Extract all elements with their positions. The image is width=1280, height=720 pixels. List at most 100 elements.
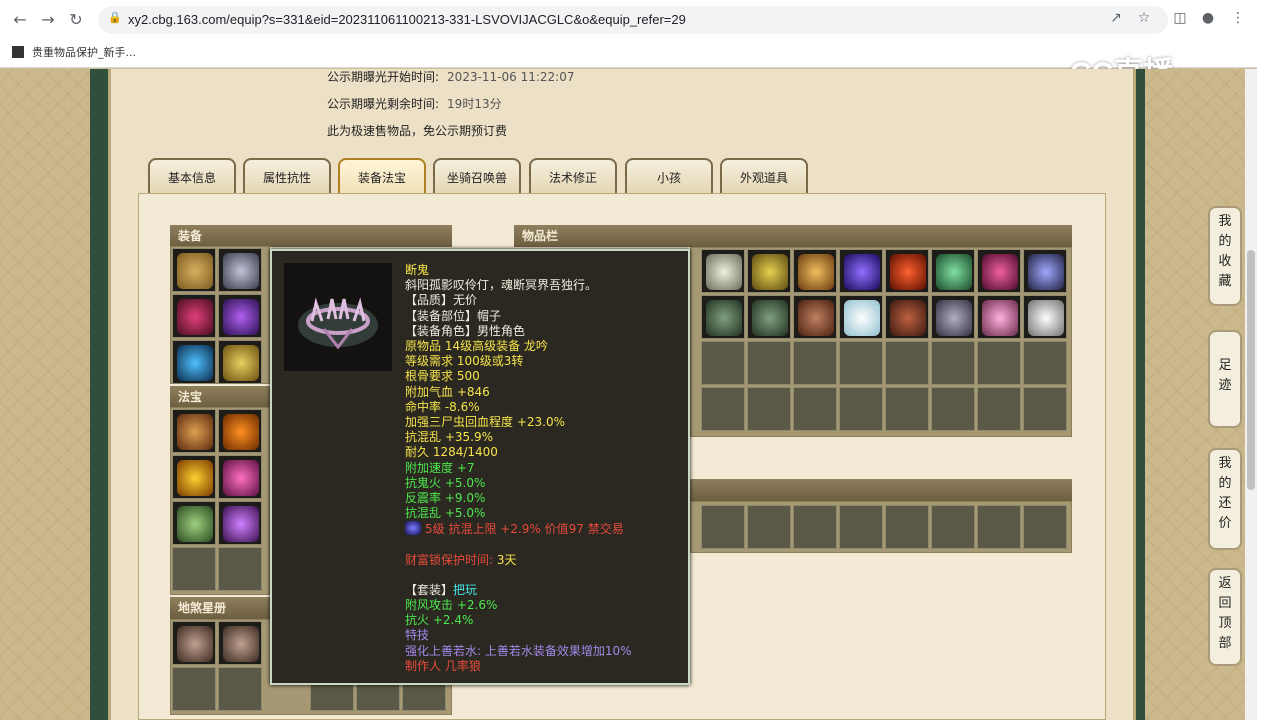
- item-gem-line: 5级 抗混上限 +2.9% 价值97 禁交易: [405, 521, 632, 537]
- back-to-top-button[interactable]: 返回顶部: [1208, 568, 1242, 666]
- inventory-slot[interactable]: [931, 295, 975, 339]
- treasure-slot[interactable]: [172, 409, 216, 453]
- inventory-slot-empty[interactable]: [839, 387, 883, 431]
- inventory-slot-empty[interactable]: [931, 387, 975, 431]
- tab-mounts[interactable]: 坐骑召唤兽: [433, 158, 521, 194]
- inventory-slot[interactable]: [977, 295, 1021, 339]
- equip-slot[interactable]: [172, 294, 216, 338]
- treasure-slot[interactable]: [218, 409, 262, 453]
- slot-empty[interactable]: [839, 505, 883, 549]
- item-maker: 制作人 几率狼: [405, 658, 481, 673]
- inventory-slot[interactable]: [977, 249, 1021, 293]
- equip-slot[interactable]: [218, 248, 262, 292]
- item-set-name: 把玩: [453, 582, 478, 597]
- inventory-slot[interactable]: [885, 249, 929, 293]
- tab-attributes[interactable]: 属性抗性: [243, 158, 331, 194]
- inventory-slot[interactable]: [1023, 295, 1067, 339]
- tab-appearance[interactable]: 外观道具: [720, 158, 808, 194]
- treasure-slot[interactable]: [172, 501, 216, 545]
- inventory-slot[interactable]: [793, 295, 837, 339]
- inventory-slot[interactable]: [793, 249, 837, 293]
- treasure-slot[interactable]: [172, 455, 216, 499]
- inventory-slot-empty[interactable]: [1023, 387, 1067, 431]
- earth-star-slot[interactable]: [172, 621, 216, 665]
- earth-star-slot[interactable]: [218, 621, 262, 665]
- treasure-item-icon: [177, 460, 213, 496]
- star-icon[interactable]: ☆: [1134, 10, 1154, 26]
- inventory-slot-empty[interactable]: [977, 341, 1021, 385]
- inventory-slot-empty[interactable]: [793, 387, 837, 431]
- equip-slot[interactable]: [218, 340, 262, 384]
- inventory-slot-empty[interactable]: [977, 387, 1021, 431]
- item-durability: 耐久 1284/1400: [405, 445, 498, 460]
- inventory-item-icon: [844, 254, 880, 290]
- slot-empty[interactable]: [1023, 505, 1067, 549]
- item-slot: 【装备部位】帽子: [405, 308, 502, 323]
- slot-empty[interactable]: [885, 505, 929, 549]
- treasure-slot[interactable]: [218, 455, 262, 499]
- item-origin: 原物品 14级高级装备 龙吟: [405, 339, 548, 354]
- bookmark-item[interactable]: 贵重物品保护_新手...: [12, 44, 136, 60]
- sidepanel-icon[interactable]: ◫: [1170, 10, 1190, 26]
- tab-equipment[interactable]: 装备法宝: [338, 158, 426, 194]
- helmet-icon: [298, 297, 378, 350]
- favorites-label: 我的收藏: [1218, 214, 1232, 289]
- forward-icon[interactable]: →: [38, 10, 58, 30]
- inventory-slot-empty[interactable]: [747, 387, 791, 431]
- tab-child[interactable]: 小孩: [625, 158, 713, 194]
- item-image: [284, 263, 392, 371]
- item-set-label: 【套装】: [405, 582, 454, 597]
- inventory-slot[interactable]: [701, 249, 745, 293]
- earth-star-slot-empty[interactable]: [218, 667, 262, 711]
- slot-empty[interactable]: [701, 505, 745, 549]
- url-text: xy2.cbg.163.com/equip?s=331&eid=20231106…: [128, 12, 686, 27]
- inventory-slot[interactable]: [839, 249, 883, 293]
- inventory-item-icon: [798, 254, 834, 290]
- treasure-slot[interactable]: [218, 501, 262, 545]
- inventory-slot-empty[interactable]: [701, 387, 745, 431]
- treasure-slot-empty[interactable]: [218, 547, 262, 591]
- inventory-slot-empty[interactable]: [931, 341, 975, 385]
- gem-icon: [405, 521, 421, 536]
- inventory-slot-empty[interactable]: [885, 341, 929, 385]
- scrollbar-thumb[interactable]: [1247, 250, 1255, 490]
- address-bar[interactable]: 🔒 xy2.cbg.163.com/equip?s=331&eid=202311…: [98, 6, 1168, 34]
- equip-slot[interactable]: [172, 340, 216, 384]
- slot-empty[interactable]: [931, 505, 975, 549]
- inventory-slot-empty[interactable]: [885, 387, 929, 431]
- publicity-remain-label: 公示期曝光剩余时间:: [327, 97, 440, 111]
- equip-grid: [170, 246, 270, 384]
- my-bargain-button[interactable]: 我的还价: [1208, 448, 1242, 550]
- inventory-slot[interactable]: [1023, 249, 1067, 293]
- inventory-slot[interactable]: [931, 249, 975, 293]
- inventory-slot-empty[interactable]: [793, 341, 837, 385]
- inventory-slot-empty[interactable]: [1023, 341, 1067, 385]
- inventory-slot-empty[interactable]: [701, 341, 745, 385]
- treasure-slot-empty[interactable]: [172, 547, 216, 591]
- equip-slot[interactable]: [172, 248, 216, 292]
- treasure-item-icon: [223, 414, 259, 450]
- slot-empty[interactable]: [747, 505, 791, 549]
- tab-spell-correction[interactable]: 法术修正: [529, 158, 617, 194]
- inventory-slot[interactable]: [747, 249, 791, 293]
- footprint-button[interactable]: 足迹: [1208, 330, 1242, 428]
- profile-icon[interactable]: ●: [1198, 10, 1218, 26]
- inventory-slot[interactable]: [747, 295, 791, 339]
- boots-item-icon: [223, 345, 259, 381]
- inventory-slot[interactable]: [885, 295, 929, 339]
- equip-slot[interactable]: [218, 294, 262, 338]
- inventory-slot-empty[interactable]: [839, 341, 883, 385]
- inventory-slot[interactable]: [839, 295, 883, 339]
- favorites-button[interactable]: 我的收藏: [1208, 206, 1242, 306]
- menu-icon[interactable]: ⋮: [1228, 10, 1248, 26]
- slot-empty[interactable]: [793, 505, 837, 549]
- inventory-slot[interactable]: [701, 295, 745, 339]
- inventory-slot-empty[interactable]: [747, 341, 791, 385]
- slot-empty[interactable]: [977, 505, 1021, 549]
- reload-icon[interactable]: ↻: [66, 10, 86, 30]
- earth-star-slot-empty[interactable]: [172, 667, 216, 711]
- share-icon[interactable]: ↗: [1106, 10, 1126, 26]
- publicity-remain-value: 19时13分: [447, 97, 502, 111]
- back-icon[interactable]: ←: [10, 10, 30, 30]
- tab-basic-info[interactable]: 基本信息: [148, 158, 236, 194]
